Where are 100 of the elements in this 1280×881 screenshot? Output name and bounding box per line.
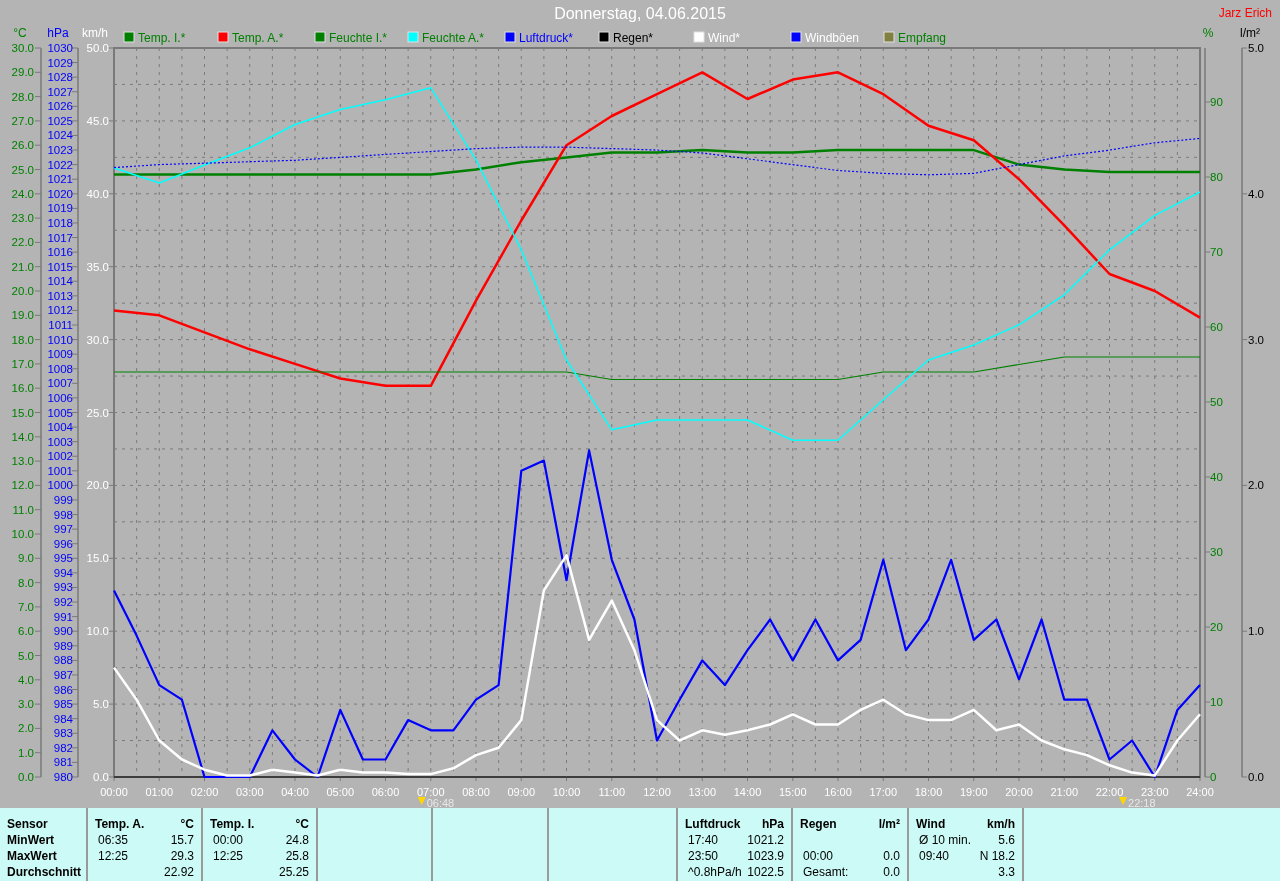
axis-label: 23:00 xyxy=(1141,786,1169,798)
axis-label: 1001 xyxy=(47,464,73,477)
axis-label: 14:00 xyxy=(733,786,762,798)
axis-label: 983 xyxy=(53,727,73,740)
axis-label: 1000 xyxy=(47,479,73,492)
axis-label: 5.0 xyxy=(93,698,109,711)
axis-label: 18.0 xyxy=(11,333,34,346)
axis-label: 3.0 xyxy=(1248,333,1264,346)
legend-label: Luftdruck* xyxy=(519,31,574,45)
axis-label: 1005 xyxy=(47,406,73,419)
axis-label: 1012 xyxy=(47,304,73,317)
stats-cell-text: 17:40 xyxy=(687,832,719,848)
axis-label: 5.0 xyxy=(18,649,34,662)
axis-label: 30.0 xyxy=(86,333,109,346)
axis-label: 19.0 xyxy=(11,309,34,322)
axis-label: 01:00 xyxy=(145,786,173,798)
stats-cell: 22.92 xyxy=(163,864,194,880)
axis-label: 1030 xyxy=(47,42,73,54)
axis-label: 11:00 xyxy=(598,786,626,798)
axis-label: 986 xyxy=(53,683,73,696)
stats-header: l/m² xyxy=(878,816,900,832)
axis-label: 10.0 xyxy=(11,528,34,540)
axis-label: 10:00 xyxy=(552,786,581,798)
axis-label: 29.0 xyxy=(11,66,34,79)
axis-label: 17:00 xyxy=(869,786,897,798)
stats-cell-text: 00:00 xyxy=(212,832,244,848)
stats-cell: 0.0 xyxy=(883,848,900,864)
stats-header: Temp. A. xyxy=(95,816,145,832)
legend-label: Feuchte I.* xyxy=(329,31,388,45)
axis-label: 16:00 xyxy=(824,786,852,798)
axis-label: 04:00 xyxy=(281,786,309,798)
axis-label: 19:00 xyxy=(960,786,988,798)
axis-label: 1017 xyxy=(47,231,73,244)
stats-cell: 1021.2 xyxy=(747,832,784,848)
axis-label: 6.0 xyxy=(18,625,34,638)
axis-label: 987 xyxy=(53,668,73,681)
axis-label: 80 xyxy=(1210,171,1223,183)
axis-label: 20:00 xyxy=(1005,786,1033,798)
chart-title: Donnerstag, 04.06.2015 xyxy=(554,4,726,24)
row-label: MaxWert xyxy=(7,848,58,864)
stats-cell: 1022.5 xyxy=(747,864,784,880)
legend-label: Temp. I.* xyxy=(138,31,186,45)
axis-label: 14.0 xyxy=(11,430,34,443)
legend-label: Wind* xyxy=(708,31,740,45)
axis-label: 02:00 xyxy=(190,786,219,798)
axis-label: 08:00 xyxy=(462,786,490,798)
axis-label: 07:00 xyxy=(417,786,445,798)
axis-label: 25.0 xyxy=(86,406,109,419)
axis-label: 40 xyxy=(1210,471,1223,483)
stats-cell: 25.25 xyxy=(278,864,309,880)
axis-label: 18:00 xyxy=(914,786,943,798)
stats-cell-text: 00:00 xyxy=(802,848,834,864)
axis-label: 26.0 xyxy=(11,139,34,152)
stats-cell: 0.0 xyxy=(883,864,900,880)
legend-label: Windböen xyxy=(805,31,860,45)
stats-cell-text: 12:25 xyxy=(212,848,244,864)
legend-label: Empfang xyxy=(898,31,947,45)
axis-label: 1021 xyxy=(47,173,73,186)
axis-label: 1013 xyxy=(47,289,73,302)
axis-label: 1009 xyxy=(47,348,73,361)
author-name: Jarz Erich xyxy=(1218,5,1272,22)
axis-label: 993 xyxy=(53,581,73,594)
axis-label: 1003 xyxy=(47,435,73,448)
stats-header: Temp. I. xyxy=(210,816,255,832)
axis-label: 17.0 xyxy=(11,357,34,370)
axis-label: 7.0 xyxy=(18,600,34,613)
axis-label: 45.0 xyxy=(86,114,109,127)
axis-label: 1011 xyxy=(48,319,73,331)
axis-label: 996 xyxy=(53,537,73,550)
axis-label: 50.0 xyxy=(86,42,109,54)
axis-label: 1002 xyxy=(47,450,73,463)
axis-label: 3.0 xyxy=(18,698,34,711)
axis-label: 12:00 xyxy=(643,786,671,798)
sun-marker-icon xyxy=(1119,797,1128,805)
stats-header: hPa xyxy=(762,816,784,832)
axis-label: 12.0 xyxy=(11,479,34,492)
axis-label: 992 xyxy=(53,596,73,609)
stats-cell: 29.3 xyxy=(170,848,194,864)
axis-label: 21.0 xyxy=(11,260,34,273)
axis-label: 1020 xyxy=(47,187,73,200)
axis-label: 0.0 xyxy=(93,771,109,783)
axis-label: 989 xyxy=(53,639,73,652)
axis-label: 20.0 xyxy=(86,479,109,492)
axis-label: 22.0 xyxy=(11,236,34,249)
axis-label: 982 xyxy=(53,741,73,754)
axis-label: 0.0 xyxy=(18,771,34,783)
stats-cell: 1023.9 xyxy=(747,848,784,864)
axis-label: 15:00 xyxy=(779,786,807,798)
axis-label: 1.0 xyxy=(1248,625,1264,638)
axis-label: 16.0 xyxy=(11,382,34,395)
axis-label: 1026 xyxy=(47,100,73,113)
stats-header: km/h xyxy=(987,816,1015,832)
axis-label: 1007 xyxy=(47,377,73,390)
stats-cell-text: 12:25 xyxy=(97,848,129,864)
axis-label: 21:00 xyxy=(1050,786,1078,798)
stats-cell: 25.8 xyxy=(285,848,309,864)
axis-label: 994 xyxy=(53,566,73,579)
axis-label: 4.0 xyxy=(1248,187,1264,200)
stats-cell: 15.7 xyxy=(170,832,194,848)
stats-header: Regen xyxy=(800,816,837,832)
